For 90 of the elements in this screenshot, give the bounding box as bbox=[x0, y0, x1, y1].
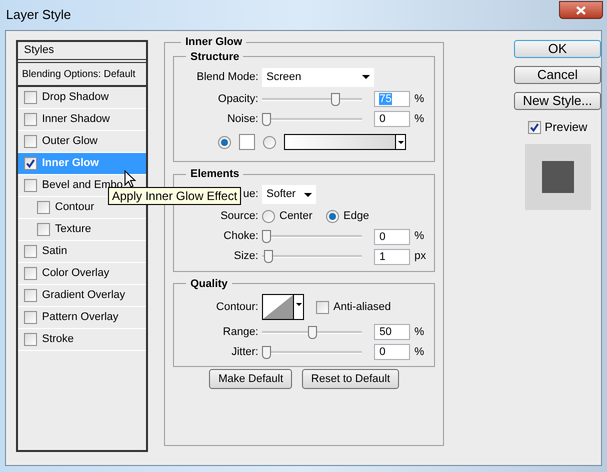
radio-option[interactable]: Edge bbox=[326, 208, 370, 225]
caret-icon bbox=[304, 192, 312, 196]
checkbox[interactable] bbox=[24, 289, 37, 302]
radio-option[interactable]: Center bbox=[262, 208, 312, 225]
radio-button[interactable] bbox=[262, 210, 276, 223]
checkbox-label: Anti-aliased bbox=[333, 300, 391, 315]
checkbox[interactable] bbox=[24, 333, 37, 346]
contour-picker[interactable] bbox=[262, 294, 304, 320]
field-label: ue: bbox=[243, 188, 258, 200]
blend-mode-dropdown[interactable]: Screen bbox=[262, 68, 374, 86]
field-label: Contour: bbox=[215, 300, 260, 315]
style-item[interactable]: Color Overlay bbox=[18, 263, 146, 285]
slider-label: Choke: bbox=[222, 229, 260, 244]
contour-curve-icon bbox=[263, 295, 294, 319]
group-title: Elements bbox=[189, 167, 240, 182]
styles-header: Styles bbox=[18, 42, 146, 63]
value-field[interactable]: 50 bbox=[374, 324, 410, 340]
checkbox-label: Preview bbox=[544, 119, 588, 136]
slider-thumb[interactable] bbox=[330, 92, 340, 106]
radio-button[interactable] bbox=[218, 136, 232, 148]
caret-icon bbox=[296, 303, 302, 306]
slider-label: Range: bbox=[222, 324, 260, 340]
technique-dropdown[interactable]: Softer bbox=[262, 185, 316, 204]
value-field[interactable]: 1 bbox=[374, 248, 410, 264]
dialog-button[interactable]: OK bbox=[514, 40, 601, 58]
group-title: Quality bbox=[189, 276, 229, 292]
unit-label: % bbox=[414, 324, 424, 340]
gradient-picker[interactable] bbox=[284, 134, 406, 150]
checkbox[interactable] bbox=[24, 135, 37, 148]
value-field[interactable]: 0 bbox=[374, 111, 410, 127]
slider-track[interactable] bbox=[262, 346, 362, 358]
checkbox[interactable] bbox=[24, 91, 37, 104]
slider-track[interactable] bbox=[262, 326, 362, 338]
radio-button[interactable] bbox=[326, 210, 340, 223]
style-item[interactable]: Gradient Overlay bbox=[18, 285, 146, 307]
field-label: Blend Mode: bbox=[196, 70, 260, 85]
slider-label: Opacity: bbox=[217, 92, 260, 107]
checkbox[interactable] bbox=[37, 223, 50, 236]
slider-label: Jitter: bbox=[230, 344, 260, 360]
style-item[interactable]: Texture bbox=[18, 219, 146, 241]
unit-label: % bbox=[414, 229, 424, 244]
slider-thumb[interactable] bbox=[264, 250, 274, 263]
checkbox[interactable] bbox=[24, 113, 37, 126]
caret-icon bbox=[398, 140, 404, 144]
tooltip: Apply Inner Glow Effect bbox=[108, 187, 242, 205]
slider-track[interactable] bbox=[262, 112, 362, 126]
slider-thumb[interactable] bbox=[262, 346, 272, 358]
slider-thumb[interactable] bbox=[262, 112, 272, 126]
window-title: Layer Style bbox=[6, 6, 72, 24]
group-title: Inner Glow bbox=[184, 35, 244, 50]
value-field[interactable]: 0 bbox=[374, 344, 410, 360]
radio-button[interactable] bbox=[263, 136, 276, 148]
dialog-button[interactable]: New Style... bbox=[514, 92, 601, 110]
dialog-button[interactable]: Reset to Default bbox=[302, 369, 400, 389]
checkbox[interactable] bbox=[528, 120, 541, 134]
blending-options-item[interactable]: Blending Options: Default bbox=[18, 63, 146, 87]
slider-thumb[interactable] bbox=[262, 230, 272, 243]
checkbox[interactable] bbox=[37, 201, 50, 214]
unit-label: % bbox=[414, 344, 424, 360]
slider-label: Size: bbox=[232, 249, 260, 264]
checkbox[interactable] bbox=[316, 300, 330, 314]
checkbox[interactable] bbox=[24, 311, 37, 324]
close-button[interactable] bbox=[559, 1, 603, 19]
style-item[interactable]: Pattern Overlay bbox=[18, 307, 146, 329]
dialog-button[interactable]: Cancel bbox=[514, 66, 601, 84]
slider-track[interactable] bbox=[262, 92, 362, 106]
preview-swatch bbox=[542, 161, 574, 193]
style-item[interactable]: Satin bbox=[18, 241, 146, 263]
checkbox[interactable] bbox=[24, 157, 37, 170]
checkbox[interactable] bbox=[24, 245, 37, 258]
unit-label: % bbox=[414, 112, 424, 127]
checkbox[interactable] bbox=[24, 179, 37, 192]
value-field[interactable]: 0 bbox=[374, 228, 410, 244]
slider-thumb[interactable] bbox=[308, 326, 317, 338]
slider-track[interactable] bbox=[262, 250, 362, 263]
color-swatch[interactable] bbox=[239, 134, 256, 150]
style-item[interactable]: Stroke bbox=[18, 329, 146, 351]
style-item[interactable]: Inner Shadow bbox=[18, 109, 146, 131]
slider-track[interactable] bbox=[262, 230, 362, 243]
dialog-button[interactable]: Make Default bbox=[209, 369, 292, 389]
unit-label: % bbox=[414, 92, 424, 107]
checkbox[interactable] bbox=[24, 267, 37, 280]
unit-label: px bbox=[414, 249, 426, 264]
close-icon bbox=[576, 6, 586, 14]
group-title: Structure bbox=[189, 50, 240, 64]
style-item[interactable]: Drop Shadow bbox=[18, 87, 146, 109]
slider-label: Noise: bbox=[226, 112, 260, 127]
caret-icon bbox=[362, 75, 370, 79]
cursor-icon bbox=[124, 170, 136, 189]
field-label: Source: bbox=[219, 209, 260, 224]
